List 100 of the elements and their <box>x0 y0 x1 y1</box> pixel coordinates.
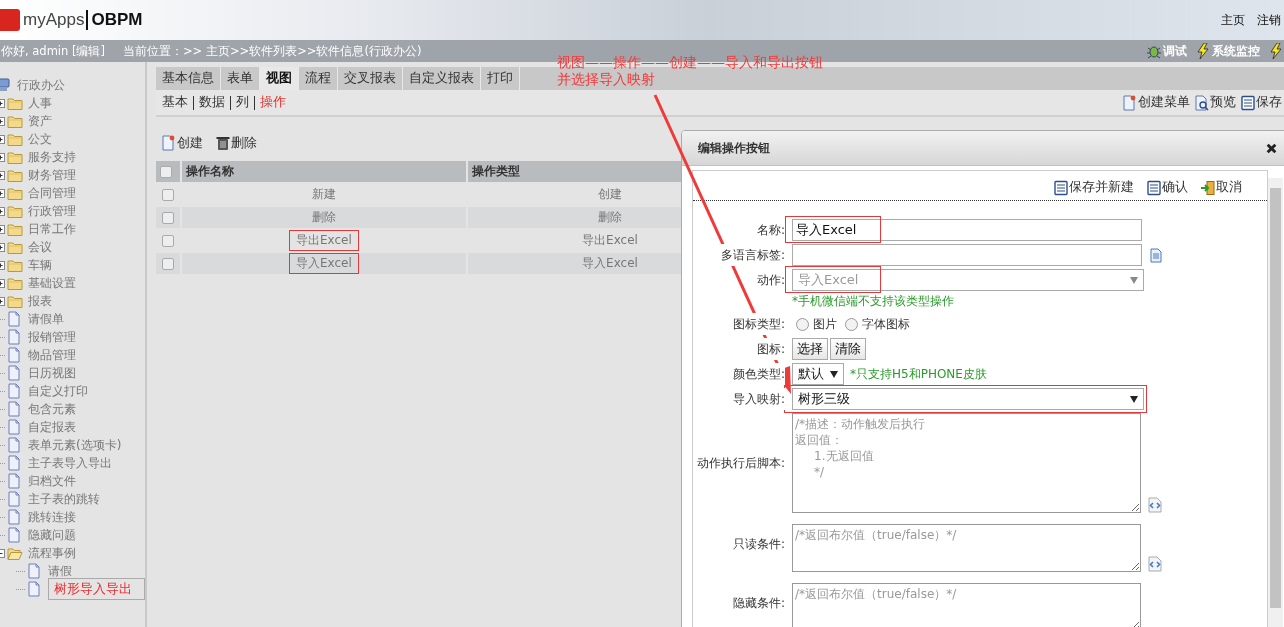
tree-item[interactable]: 流程事例 <box>28 544 76 562</box>
tree-item[interactable]: 主子表导入导出 <box>28 454 112 472</box>
tab[interactable]: 视图 <box>260 67 299 90</box>
field-label: 图标类型: <box>732 313 785 335</box>
folder-icon <box>7 149 23 165</box>
button[interactable]: 选择 <box>792 338 828 360</box>
checkbox[interactable] <box>161 212 174 224</box>
input-field[interactable]: 导入Excel <box>792 219 1142 241</box>
tree-item[interactable]: 财务管理 <box>28 166 76 184</box>
annotation-text: 视图——操作——创建——导入和导出按钮 <box>557 54 823 71</box>
input-field[interactable] <box>792 244 1142 266</box>
new-page-icon <box>161 135 177 151</box>
action-link[interactable]: 取消 <box>1216 179 1242 196</box>
checkbox[interactable] <box>160 166 172 178</box>
caret-icon <box>830 370 838 378</box>
page-icon <box>27 581 43 597</box>
toolbar-link[interactable]: 调试 <box>1163 43 1187 59</box>
tree-item[interactable]: 请假 <box>48 562 72 580</box>
tree-item[interactable]: 包含元素 <box>28 400 76 418</box>
hint-text: *只支持H5和PHONE皮肤 <box>850 365 987 383</box>
field-label: 图标: <box>756 338 785 360</box>
dropdown[interactable]: 树形三级 <box>792 388 1144 410</box>
tree-item[interactable]: 会议 <box>28 238 52 256</box>
tree-item[interactable]: 基础设置 <box>28 274 76 292</box>
tree-item[interactable]: 资产 <box>28 112 52 130</box>
caret-icon <box>1130 276 1138 284</box>
action-link[interactable]: 删除 <box>231 134 257 152</box>
bug-icon <box>1146 43 1162 59</box>
tree-item[interactable]: 行政管理 <box>28 202 76 220</box>
tree-item[interactable]: 报表 <box>28 292 52 310</box>
toolbar-link[interactable]: 系统监控 <box>1212 43 1260 59</box>
table-cell-text: 删除 <box>310 209 337 226</box>
hint-text: *手机微信端不支持该类型操作 <box>792 293 955 310</box>
action-link[interactable]: 保存并新建 <box>1069 179 1134 196</box>
button[interactable]: 清除 <box>830 338 866 360</box>
tree-item[interactable]: 自定报表 <box>28 418 76 436</box>
new-page-icon <box>1122 94 1138 111</box>
tree-item[interactable]: 合同管理 <box>28 184 76 202</box>
exit-icon <box>1200 179 1216 196</box>
tree-item[interactable]: 自定义打印 <box>28 382 88 400</box>
radio-button[interactable] <box>845 317 858 331</box>
table-cell-text: 新建 <box>310 186 337 203</box>
table-cell: 导入Excel <box>289 253 359 274</box>
tree-item[interactable]: 树形导入导出 <box>48 578 145 600</box>
sub-tab[interactable]: 数据 <box>199 94 225 111</box>
tree-item[interactable]: 车辆 <box>28 256 52 274</box>
text-area[interactable]: /*返回布尔值（true/false）*/ <box>792 583 1141 627</box>
tree-item[interactable]: 主子表的跳转 <box>28 490 100 508</box>
header-link[interactable]: 注销 <box>1257 11 1281 29</box>
scrollbar[interactable] <box>1268 178 1283 627</box>
checkbox[interactable] <box>161 189 174 201</box>
sub-tab[interactable]: 操作 <box>260 94 286 111</box>
action-link[interactable]: 预览 <box>1210 94 1236 111</box>
table-cell-text: 导入Excel <box>581 255 639 272</box>
field-label: 多语言标签: <box>720 244 785 266</box>
save-icon <box>1146 179 1162 196</box>
tree-item[interactable]: 报销管理 <box>28 328 76 346</box>
action-link[interactable]: 创建 <box>177 134 203 152</box>
save-icon <box>1053 179 1069 196</box>
sub-tab[interactable]: 列 <box>236 94 249 111</box>
close-icon[interactable] <box>1266 142 1277 154</box>
tree-item[interactable]: 服务支持 <box>28 148 76 166</box>
folder-icon <box>7 95 23 111</box>
tree-item[interactable]: 日历视图 <box>28 364 76 382</box>
checkbox[interactable] <box>161 258 174 270</box>
table-cell: 导出Excel <box>289 230 359 251</box>
lightning-icon <box>1195 43 1211 59</box>
lightning-icon[interactable] <box>1268 43 1284 59</box>
tree-item[interactable]: 人事 <box>28 94 52 112</box>
dropdown[interactable]: 默认 <box>792 363 844 385</box>
action-link[interactable]: 创建菜单 <box>1138 94 1190 111</box>
dialog-title: 编辑操作按钮 <box>698 139 770 157</box>
logo-text: myApps <box>23 10 85 30</box>
tree-item[interactable]: 请假单 <box>28 310 64 328</box>
tree-item[interactable]: 表单元素(选项卡) <box>28 436 122 454</box>
tree-item[interactable]: 跳转连接 <box>28 508 76 526</box>
text-area[interactable]: /*返回布尔值（true/false）*/ <box>792 524 1141 572</box>
folder-icon <box>7 545 23 561</box>
radio-button[interactable] <box>796 317 809 331</box>
page-icon <box>7 437 23 453</box>
breadcrumb: 当前位置：>> 主页>>软件列表>>软件信息(行政办公) <box>123 43 422 59</box>
action-link[interactable]: 确认 <box>1162 179 1188 196</box>
checkbox[interactable] <box>161 235 174 247</box>
save-icon <box>1240 94 1256 111</box>
radio-label[interactable]: 图片 <box>813 315 837 333</box>
text-area[interactable]: /*描述：动作触发后执行 返回值： 1.无返回值 */ <box>792 413 1141 513</box>
tree-item[interactable]: 公文 <box>28 130 52 148</box>
tree-item[interactable]: 物品管理 <box>28 346 76 364</box>
code-icon[interactable] <box>1147 556 1163 572</box>
header-link[interactable]: 主页 <box>1221 11 1245 29</box>
radio-label[interactable]: 字体图标 <box>862 315 910 333</box>
tree-item[interactable]: 行政办公 <box>17 76 65 94</box>
sub-tab[interactable]: 基本 <box>162 94 188 111</box>
action-link[interactable]: 保存 <box>1256 94 1282 111</box>
page-icon <box>7 365 23 381</box>
tree-item[interactable]: 隐藏问题 <box>28 526 76 544</box>
tree-item[interactable]: 日常工作 <box>28 220 76 238</box>
tree-item[interactable]: 归档文件 <box>28 472 76 490</box>
code-icon[interactable] <box>1147 497 1163 513</box>
document-icon[interactable] <box>1148 247 1164 263</box>
